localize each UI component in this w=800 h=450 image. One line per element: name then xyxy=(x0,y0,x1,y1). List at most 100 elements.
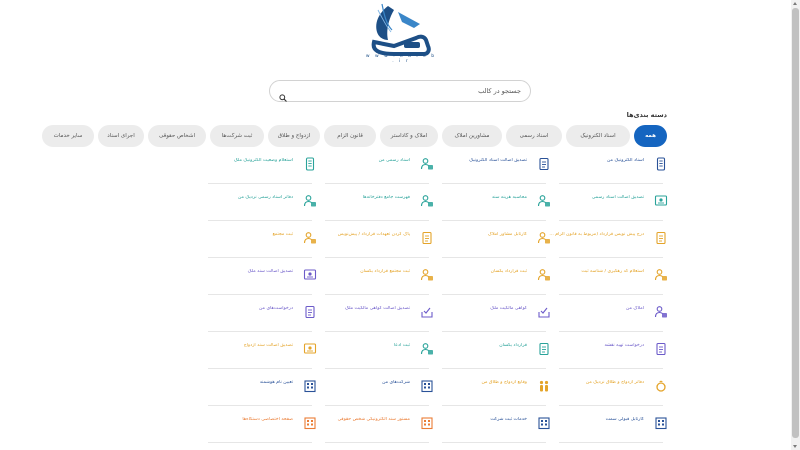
service-item[interactable]: درج پیش نویس قرارداد (مربوط به قانون الز… xyxy=(549,221,668,258)
service-item[interactable]: شرکت‌های من xyxy=(317,369,434,406)
service-item[interactable]: مستور سند الکترونیکی شخص حقوقی xyxy=(317,406,434,443)
service-item[interactable]: فهرست جامع دفترخانه‌ها xyxy=(317,184,434,221)
tab-4[interactable]: املاک و کاداستر xyxy=(380,125,438,147)
service-item[interactable]: محاسبه هزینه سند xyxy=(434,184,551,221)
building-icon xyxy=(420,378,434,393)
service-label: درخواست تهیه نقشه xyxy=(604,343,644,348)
tab-0[interactable]: همه xyxy=(634,125,667,147)
tab-2[interactable]: اسناد رسمی xyxy=(506,125,562,147)
service-item[interactable]: اسناد رسمی من xyxy=(317,147,434,184)
service-item[interactable]: وقایع ازدواج و طلاق من xyxy=(434,369,551,406)
service-item[interactable]: ثبت قرارداد یکسان xyxy=(434,258,551,295)
service-label: تعیین نام هوشمند xyxy=(259,380,293,385)
service-label: ثبت مجتمع قرارداد یکسان xyxy=(360,269,410,274)
service-item[interactable]: صفحه اختصاصی دستگاه‌ها xyxy=(200,406,317,443)
person-doc2-icon xyxy=(537,267,551,281)
service-label: املاک من xyxy=(625,306,644,311)
service-label: تصدیق اصالت گواهی مالکیت ملک xyxy=(345,306,410,311)
person-doc3-icon xyxy=(420,341,434,355)
service-item[interactable]: کارتابل قبولی سمت xyxy=(551,406,668,443)
service-label: گواهی مالکیت ملک xyxy=(490,306,527,311)
doc-edit-icon xyxy=(654,230,668,245)
doc-lines-icon xyxy=(537,341,551,356)
service-item[interactable]: درخواست‌های من xyxy=(200,295,317,332)
row-divider xyxy=(559,442,663,443)
tab-6[interactable]: ازدواج و طلاق xyxy=(268,125,320,147)
service-item[interactable]: استعلام کد رهگیری / شناسه ثبت xyxy=(551,258,668,295)
service-item[interactable]: قرارداد یکسان xyxy=(434,332,551,369)
person-pin-icon xyxy=(303,193,317,207)
service-label: کارتابل قبولی سمت xyxy=(605,417,644,422)
service-row: تصدیق اصالت اسناد رسمی محاسبه هزینه سند فه… xyxy=(200,184,668,221)
tab-7[interactable]: ثبت شرکت‌ها xyxy=(210,125,264,147)
service-row: درخواست تهیه نقشه قرارداد یکسان ثبت ادعا تص… xyxy=(200,332,668,369)
categories-title: دسته بندی‌ها xyxy=(626,111,667,119)
person-star-icon xyxy=(537,230,551,244)
scroll-up-arrow[interactable] xyxy=(793,2,797,5)
service-label: فهرست جامع دفترخانه‌ها xyxy=(362,195,410,200)
service-label: استعلام وضعیت الکترونیک ملک xyxy=(233,158,293,163)
service-label: کارتابل مشاور املاک xyxy=(487,232,527,237)
service-label: تصدیق اصالت سند ازدواج xyxy=(243,343,293,348)
service-label: تصدیق اصالت اسناد الکترونیک xyxy=(469,158,527,163)
service-item[interactable]: تصدیق اصالت اسناد رسمی xyxy=(551,184,668,221)
service-item[interactable]: دفاتر اسناد رسمی نزدیک من xyxy=(200,184,317,221)
search-box[interactable]: جستجو در کالب xyxy=(269,80,531,102)
service-item[interactable]: تصدیق اصالت سند ازدواج xyxy=(200,332,317,369)
person-search-icon xyxy=(654,267,668,281)
doc-list-icon xyxy=(654,341,668,356)
service-label: صفحه اختصاصی دستگاه‌ها xyxy=(242,417,293,422)
page-scrollbar[interactable] xyxy=(791,0,800,450)
service-item[interactable]: ثبت مجتمع xyxy=(200,221,317,258)
service-label: ثبت مجتمع xyxy=(272,232,293,237)
service-row: دفاتر ازدواج و طلاق نزدیک من وقایع ازدواج… xyxy=(200,369,668,406)
row-divider xyxy=(442,442,546,443)
buildings-icon xyxy=(303,378,317,393)
tab-8[interactable]: اشخاص حقوقی xyxy=(148,125,206,147)
tab-10[interactable]: سایر خدمات xyxy=(42,125,94,147)
service-item[interactable]: تعیین نام هوشمند xyxy=(200,369,317,406)
service-item[interactable]: دفاتر ازدواج و طلاق نزدیک من xyxy=(551,369,668,406)
service-item[interactable]: گواهی مالکیت ملک xyxy=(434,295,551,332)
search-icon[interactable] xyxy=(279,87,287,102)
doc-badge-icon xyxy=(654,193,668,207)
tab-5[interactable]: قانون الزام xyxy=(324,125,376,147)
tab-9[interactable]: اجرای اسناد xyxy=(98,125,144,147)
service-label: وقایع ازدواج و طلاق من xyxy=(481,380,527,385)
service-item[interactable]: اسناد الکترونیک من xyxy=(551,147,668,184)
service-label: درج پیش نویس قرارداد (مربوط به قانون الز… xyxy=(549,232,644,237)
service-item[interactable]: پاک کردن تعهدات قرارداد / پیش‌نویس xyxy=(317,221,434,258)
person-doc-icon xyxy=(420,156,434,170)
service-item[interactable]: تصدیق اصالت گواهی مالکیت ملک xyxy=(317,295,434,332)
service-label: محاسبه هزینه سند xyxy=(491,195,527,200)
row-divider xyxy=(208,442,312,443)
tab-3[interactable]: مشاورین املاک xyxy=(442,125,502,147)
service-item[interactable]: ثبت مجتمع قرارداد یکسان xyxy=(317,258,434,295)
service-item[interactable]: خدمات ثبت شرکت xyxy=(434,406,551,443)
person-building-icon xyxy=(420,267,434,281)
service-label: ثبت ادعا xyxy=(393,343,410,348)
service-item[interactable]: درخواست تهیه نقشه xyxy=(551,332,668,369)
building3-icon xyxy=(537,415,551,430)
service-item[interactable]: املاک من xyxy=(551,295,668,332)
service-label: پاک کردن تعهدات قرارداد / پیش‌نویس xyxy=(337,232,410,237)
doc-tray2-icon xyxy=(420,304,434,318)
scrollbar-thumb[interactable] xyxy=(792,8,799,438)
service-label: خدمات ثبت شرکت xyxy=(490,417,527,422)
search-input[interactable]: جستجو در کالب xyxy=(478,87,521,95)
person-home-icon xyxy=(654,304,668,318)
building4-icon xyxy=(420,415,434,430)
service-item[interactable]: استعلام وضعیت الکترونیک ملک xyxy=(200,147,317,184)
service-item[interactable]: کارتابل مشاور املاک xyxy=(434,221,551,258)
phone-doc-icon xyxy=(654,156,668,171)
service-label: تصدیق اصالت اسناد رسمی xyxy=(591,195,644,200)
scroll-down-arrow[interactable] xyxy=(793,445,797,448)
service-label: مستور سند الکترونیکی شخص حقوقی xyxy=(337,417,410,422)
tab-1[interactable]: اسناد الکترونیک xyxy=(566,125,630,147)
service-item[interactable]: تصدیق اصالت سند ملک xyxy=(200,258,317,295)
doc-gallery-icon xyxy=(303,267,317,281)
clipboard-icon xyxy=(303,156,317,171)
service-item[interactable]: ثبت ادعا xyxy=(317,332,434,369)
doc-tray-icon xyxy=(537,304,551,318)
service-item[interactable]: تصدیق اصالت اسناد الکترونیک xyxy=(434,147,551,184)
